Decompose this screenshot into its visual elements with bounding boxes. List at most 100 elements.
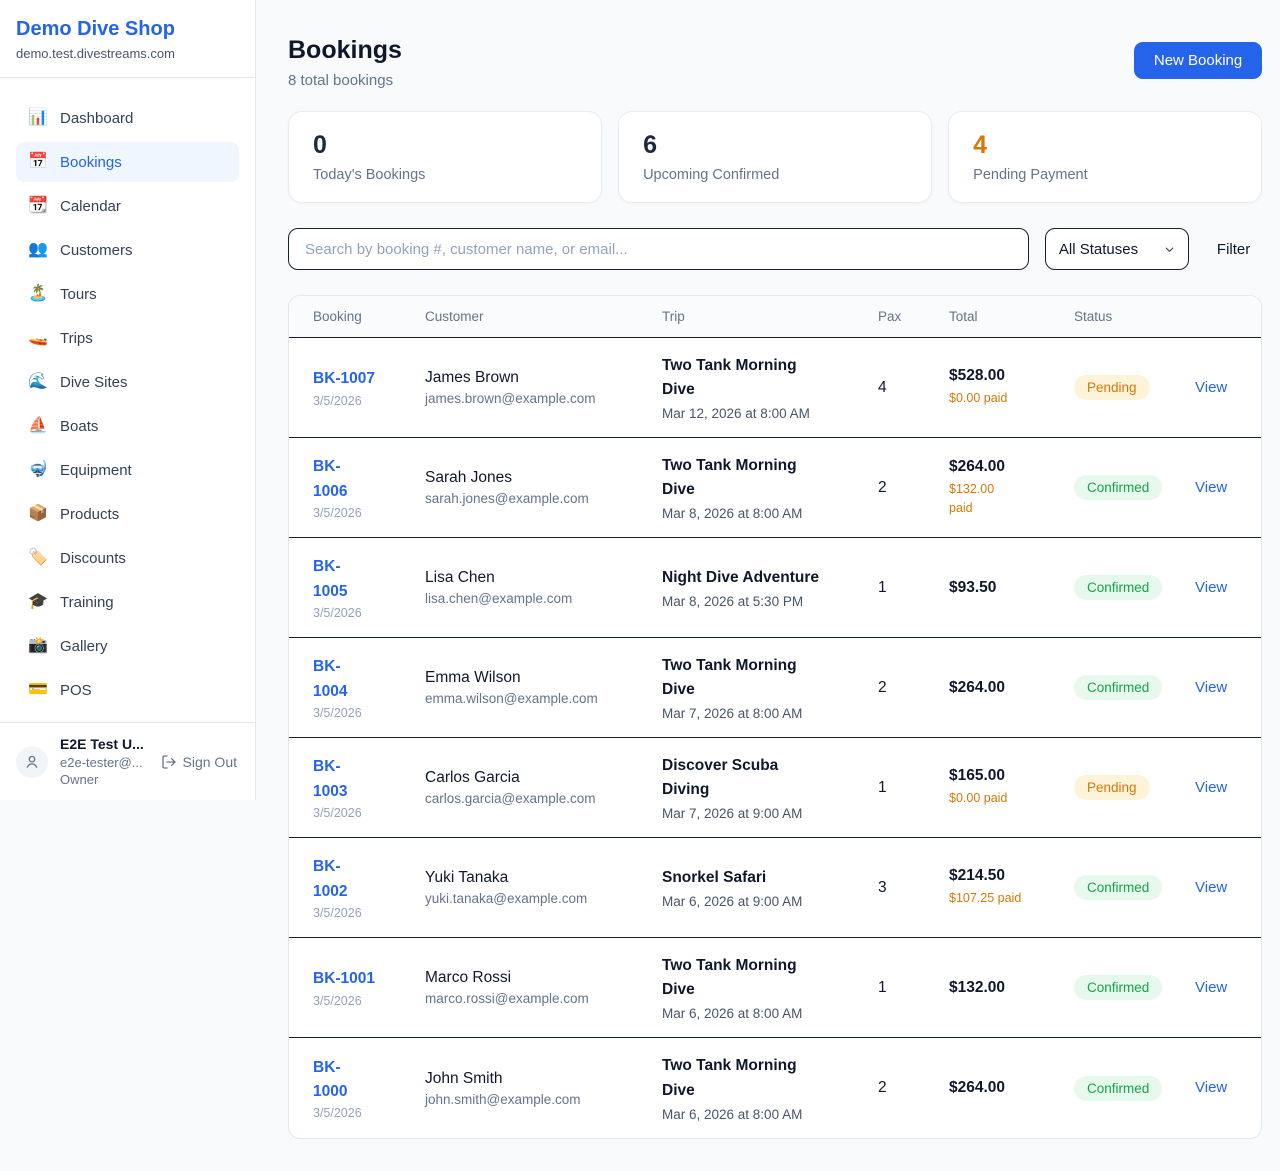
view-link[interactable]: View — [1195, 379, 1227, 396]
sidebar-item-dive-sites[interactable]: 🌊 Dive Sites — [16, 362, 239, 402]
trip-name: Two Tank Morning Dive — [662, 654, 868, 702]
brand: Demo Dive Shop demo.test.divestreams.com — [0, 0, 255, 78]
booking-date: 3/5/2026 — [313, 606, 415, 620]
view-link[interactable]: View — [1195, 579, 1227, 596]
sidebar-item-label: Gallery — [60, 638, 108, 655]
pax-count: 2 — [878, 1079, 949, 1097]
total-amount: $264.00 — [949, 458, 1064, 476]
customer-email: carlos.garcia@example.com — [425, 791, 652, 806]
column-header: Status — [1074, 309, 1195, 324]
trip-name: Two Tank Morning Dive — [662, 354, 868, 402]
column-header: Booking — [313, 309, 425, 324]
total-amount: $165.00 — [949, 767, 1064, 785]
sidebar-nav: 📊 Dashboard 📅 Bookings 📆 Calendar 👥 Cust… — [0, 78, 255, 722]
page-header: Bookings 8 total bookings New Booking — [288, 36, 1262, 89]
status-badge: Confirmed — [1074, 675, 1162, 700]
sidebar-item-gallery[interactable]: 📸 Gallery — [16, 626, 239, 666]
sidebar-item-equipment[interactable]: 🤿 Equipment — [16, 450, 239, 490]
sidebar-item-pos[interactable]: 💳 POS — [16, 670, 239, 710]
table-row: BK- 1006 3/5/2026 Sarah Jones sarah.jone… — [289, 438, 1261, 538]
table-row: BK- 1002 3/5/2026 Yuki Tanaka yuki.tanak… — [289, 838, 1261, 938]
training-icon: 🎓 — [28, 594, 48, 610]
total-amount: $528.00 — [949, 367, 1064, 385]
view-link[interactable]: View — [1195, 979, 1227, 996]
sidebar-item-training[interactable]: 🎓 Training — [16, 582, 239, 622]
brand-name[interactable]: Demo Dive Shop — [16, 18, 239, 41]
search-input[interactable] — [288, 228, 1029, 270]
sidebar-item-products[interactable]: 📦 Products — [16, 494, 239, 534]
sidebar-item-customers[interactable]: 👥 Customers — [16, 230, 239, 270]
sidebar-item-trips[interactable]: 🚤 Trips — [16, 318, 239, 358]
booking-number-link[interactable]: BK- 1004 — [313, 655, 347, 703]
filter-button[interactable]: Filter — [1205, 241, 1262, 258]
trip-datetime: Mar 8, 2026 at 8:00 AM — [662, 506, 868, 521]
new-booking-button[interactable]: New Booking — [1134, 42, 1262, 79]
view-link[interactable]: View — [1195, 879, 1227, 896]
stat-card-todays-bookings: 0 Today's Bookings — [288, 111, 602, 203]
stat-value: 4 — [973, 131, 1237, 160]
status-badge: Confirmed — [1074, 975, 1162, 1000]
view-link[interactable]: View — [1195, 679, 1227, 696]
chevron-down-icon — [1164, 244, 1175, 255]
customer-name: Sarah Jones — [425, 469, 652, 487]
trip-name: Two Tank Morning Dive — [662, 454, 868, 502]
status-filter-select[interactable]: All Statuses — [1045, 228, 1189, 270]
status-filter-value: All Statuses — [1059, 241, 1138, 258]
booking-number-link[interactable]: BK- 1002 — [313, 855, 347, 903]
dive-sites-icon: 🌊 — [28, 374, 48, 390]
paid-amount: $0.00 paid — [949, 789, 1064, 807]
view-link[interactable]: View — [1195, 1079, 1227, 1096]
customer-email: sarah.jones@example.com — [425, 491, 652, 506]
pax-count: 2 — [878, 479, 949, 497]
table-row: BK- 1000 3/5/2026 John Smith john.smith@… — [289, 1038, 1261, 1138]
column-header: Total — [949, 309, 1074, 324]
total-amount: $214.50 — [949, 867, 1064, 885]
sidebar-item-label: Trips — [60, 330, 93, 347]
sidebar-item-bookings[interactable]: 📅 Bookings — [16, 142, 239, 182]
discounts-icon: 🏷️ — [28, 550, 48, 566]
booking-number-link[interactable]: BK- 1005 — [313, 555, 347, 603]
sign-out-label: Sign Out — [183, 754, 237, 770]
sidebar-item-label: POS — [60, 682, 92, 699]
sidebar-item-label: Customers — [60, 242, 133, 259]
view-link[interactable]: View — [1195, 479, 1227, 496]
booking-number-link[interactable]: BK-1007 — [313, 367, 375, 391]
sidebar-item-boats[interactable]: ⛵ Boats — [16, 406, 239, 446]
booking-date: 3/5/2026 — [313, 394, 415, 408]
trip-datetime: Mar 7, 2026 at 9:00 AM — [662, 806, 868, 821]
trip-datetime: Mar 12, 2026 at 8:00 AM — [662, 406, 868, 421]
stats-row: 0 Today's Bookings 6 Upcoming Confirmed … — [288, 111, 1262, 203]
boats-icon: ⛵ — [28, 418, 48, 434]
booking-number-link[interactable]: BK- 1000 — [313, 1056, 347, 1104]
sidebar-item-label: Boats — [60, 418, 98, 435]
booking-number-link[interactable]: BK- 1003 — [313, 755, 347, 803]
person-icon — [23, 753, 41, 771]
booking-number-link[interactable]: BK-1001 — [313, 967, 375, 991]
sidebar-item-dashboard[interactable]: 📊 Dashboard — [16, 98, 239, 138]
paid-amount: $132.00 paid — [949, 480, 1064, 516]
table-body: BK-1007 3/5/2026 James Brown james.brown… — [289, 338, 1261, 1138]
booking-date: 3/5/2026 — [313, 1106, 415, 1120]
dashboard-icon: 📊 — [28, 110, 48, 126]
view-link[interactable]: View — [1195, 779, 1227, 796]
trip-datetime: Mar 7, 2026 at 8:00 AM — [662, 706, 868, 721]
trip-name: Snorkel Safari — [662, 866, 868, 890]
booking-number-link[interactable]: BK- 1006 — [313, 455, 347, 503]
sidebar-item-label: Dive Sites — [60, 374, 128, 391]
sidebar-item-calendar[interactable]: 📆 Calendar — [16, 186, 239, 226]
booking-date: 3/5/2026 — [313, 906, 415, 920]
pos-icon: 💳 — [28, 682, 48, 698]
sidebar-item-label: Dashboard — [60, 110, 133, 127]
trip-name: Two Tank Morning Dive — [662, 1054, 868, 1102]
main-content: Bookings 8 total bookings New Booking 0 … — [256, 0, 1280, 1171]
trip-datetime: Mar 6, 2026 at 9:00 AM — [662, 894, 868, 909]
sign-out-button[interactable]: Sign Out — [159, 754, 239, 770]
customer-email: lisa.chen@example.com — [425, 591, 652, 606]
total-amount: $132.00 — [949, 979, 1064, 997]
customer-email: john.smith@example.com — [425, 1092, 652, 1107]
total-amount: $264.00 — [949, 1079, 1064, 1097]
sidebar-item-discounts[interactable]: 🏷️ Discounts — [16, 538, 239, 578]
user-footer: E2E Test U... e2e-tester@... Sign Out Ow… — [0, 722, 255, 800]
sidebar-item-tours[interactable]: 🏝️ Tours — [16, 274, 239, 314]
sidebar-item-label: Calendar — [60, 198, 121, 215]
